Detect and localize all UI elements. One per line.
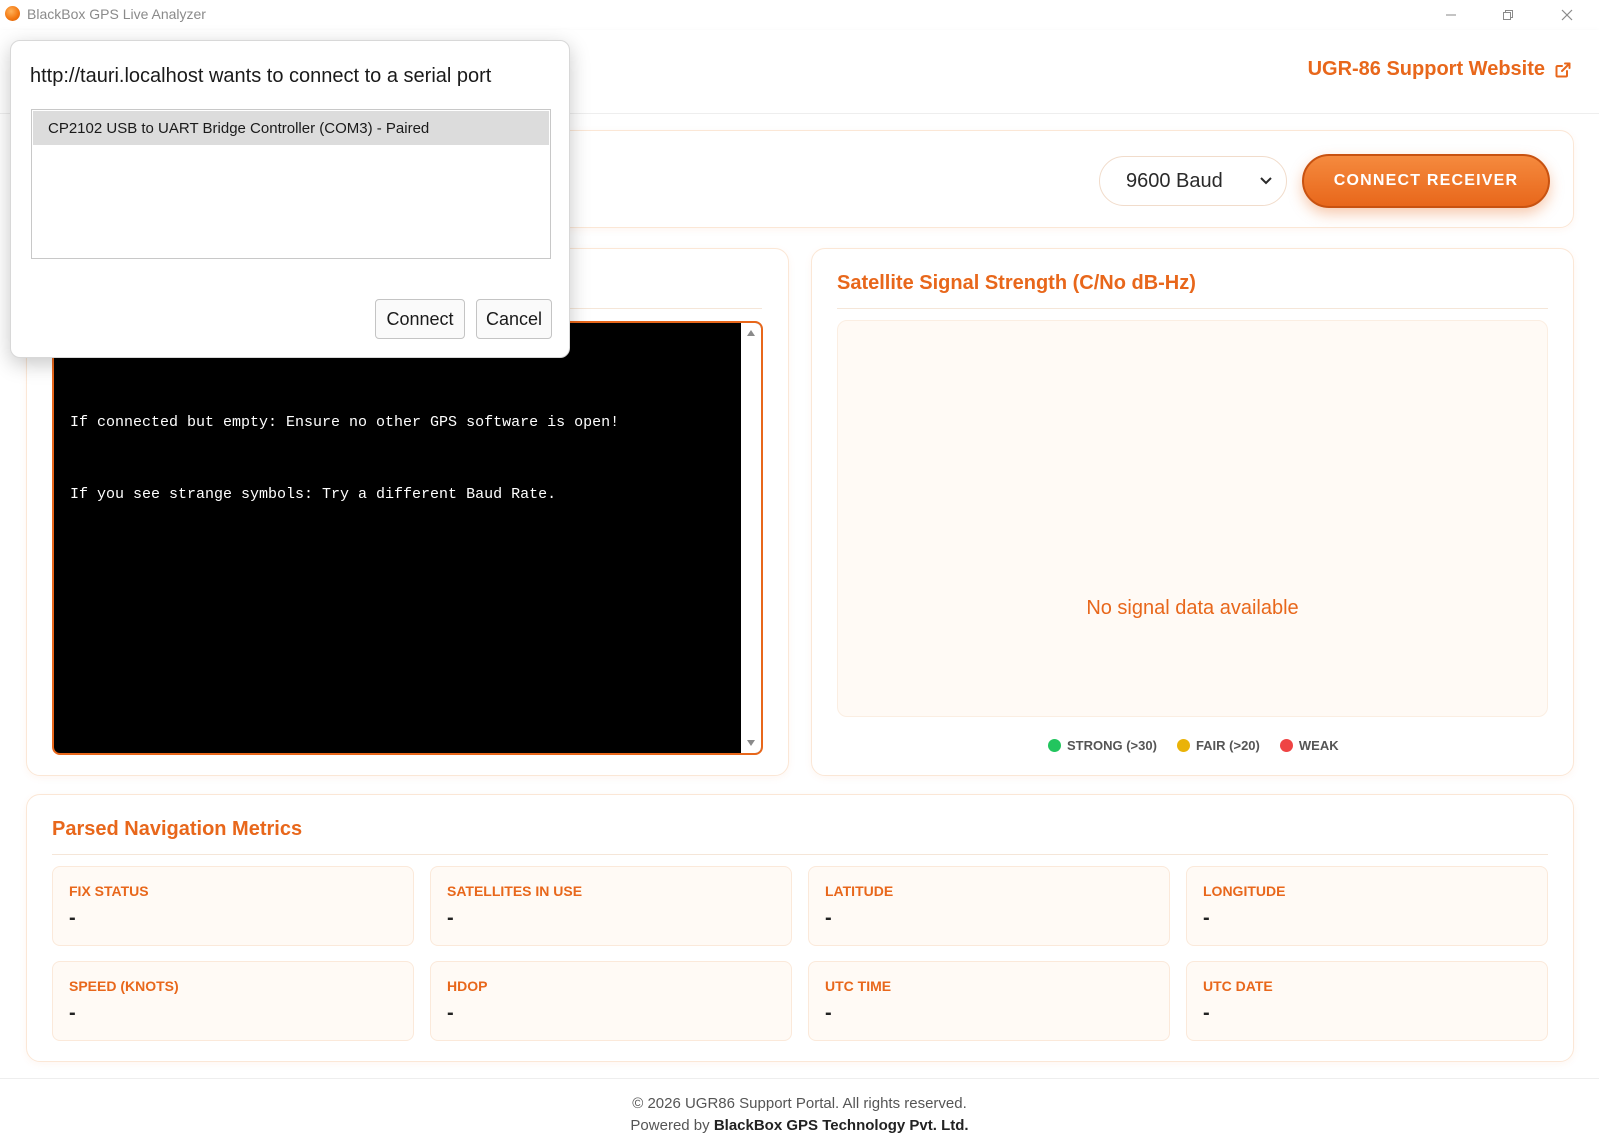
metric-value: - xyxy=(447,907,454,929)
metric-label: HDOP xyxy=(447,978,488,994)
terminal-scrollbar[interactable] xyxy=(741,323,761,753)
metric-longitude: LONGITUDE - xyxy=(1186,866,1548,946)
legend-item-strong: STRONG (>30) xyxy=(1048,738,1157,753)
metric-hdop: HDOP - xyxy=(430,961,792,1041)
signal-chart-area xyxy=(837,320,1548,717)
connect-receiver-button[interactable]: CONNECT RECEIVER xyxy=(1302,154,1550,208)
terminal-output: If connected but empty: Ensure no other … xyxy=(70,363,720,555)
divider xyxy=(837,308,1548,309)
page-footer: © 2026 UGR86 Support Portal. All rights … xyxy=(0,1078,1599,1148)
metric-utc-time: UTC TIME - xyxy=(808,961,1170,1041)
scroll-down-arrow-icon[interactable] xyxy=(744,736,758,750)
chevron-down-icon xyxy=(1260,172,1272,188)
metrics-title: Parsed Navigation Metrics xyxy=(52,818,303,840)
serial-port-list[interactable]: CP2102 USB to UART Bridge Controller (CO… xyxy=(31,109,551,259)
powered-by-company: BlackBox GPS Technology Pvt. Ltd. xyxy=(713,1117,969,1134)
metric-fix-status: FIX STATUS - xyxy=(52,866,414,946)
metric-label: LATITUDE xyxy=(825,883,894,899)
dialog-connect-button[interactable]: Connect xyxy=(375,299,465,339)
terminal-line: If you see strange symbols: Try a differ… xyxy=(70,486,557,503)
metric-value: - xyxy=(1203,1002,1210,1024)
legend-label: STRONG (>30) xyxy=(1067,738,1157,753)
close-icon[interactable] xyxy=(1544,0,1590,30)
metric-label: UTC TIME xyxy=(825,978,892,994)
metric-label: LONGITUDE xyxy=(1203,883,1286,899)
baud-rate-value: 9600 Baud xyxy=(1126,169,1223,192)
support-website-link[interactable]: UGR-86 Support Website xyxy=(1308,58,1571,81)
metric-value: - xyxy=(69,907,76,929)
metric-label: SATELLITES IN USE xyxy=(447,883,583,899)
metric-value: - xyxy=(825,1002,832,1024)
restore-icon[interactable] xyxy=(1485,0,1531,30)
legend-label: WEAK xyxy=(1298,738,1339,753)
nmea-terminal[interactable]: If connected but empty: Ensure no other … xyxy=(52,321,763,755)
metric-label: SPEED (KNOTS) xyxy=(69,978,179,994)
no-signal-message: No signal data available xyxy=(1086,597,1299,619)
scroll-up-arrow-icon[interactable] xyxy=(744,326,758,340)
window-titlebar: BlackBox GPS Live Analyzer xyxy=(0,0,1599,30)
signal-strength-title: Satellite Signal Strength (C/No dB-Hz) xyxy=(837,272,1196,294)
metric-latitude: LATITUDE - xyxy=(808,866,1170,946)
metric-label: UTC DATE xyxy=(1203,978,1273,994)
window-title: BlackBox GPS Live Analyzer xyxy=(27,6,206,22)
legend-item-weak: WEAK xyxy=(1279,738,1339,753)
footer-copyright: © 2026 UGR86 Support Portal. All rights … xyxy=(632,1095,967,1112)
app-logo-icon xyxy=(5,6,20,21)
metric-label: FIX STATUS xyxy=(69,883,149,899)
powered-by-prefix: Powered by xyxy=(630,1117,714,1134)
metric-value: - xyxy=(1203,907,1210,929)
serial-port-dialog: http://tauri.localhost wants to connect … xyxy=(10,40,570,358)
legend-dot-weak xyxy=(1279,739,1293,752)
metric-value: - xyxy=(69,1002,76,1024)
minimize-icon[interactable] xyxy=(1428,0,1474,30)
baud-rate-select[interactable]: 9600 Baud xyxy=(1099,156,1287,206)
metric-speed-knots: SPEED (KNOTS) - xyxy=(52,961,414,1041)
external-link-icon xyxy=(1555,62,1571,77)
divider xyxy=(52,854,1548,855)
metric-value: - xyxy=(825,907,832,929)
dialog-title: http://tauri.localhost wants to connect … xyxy=(30,65,492,87)
metric-utc-date: UTC DATE - xyxy=(1186,961,1548,1041)
dialog-cancel-button[interactable]: Cancel xyxy=(476,299,552,339)
legend-item-fair: FAIR (>20) xyxy=(1176,738,1260,753)
legend-label: FAIR (>20) xyxy=(1195,738,1260,753)
terminal-line: If connected but empty: Ensure no other … xyxy=(70,414,620,431)
footer-powered-by: Powered by BlackBox GPS Technology Pvt. … xyxy=(0,1117,1599,1134)
legend-dot-fair xyxy=(1176,739,1190,752)
metric-satellites-in-use: SATELLITES IN USE - xyxy=(430,866,792,946)
signal-legend: STRONG (>30) FAIR (>20) WEAK xyxy=(1048,738,1339,753)
serial-port-option[interactable]: CP2102 USB to UART Bridge Controller (CO… xyxy=(33,111,549,145)
metric-value: - xyxy=(447,1002,454,1024)
support-link-label: UGR-86 Support Website xyxy=(1307,58,1545,80)
legend-dot-strong xyxy=(1048,739,1061,752)
